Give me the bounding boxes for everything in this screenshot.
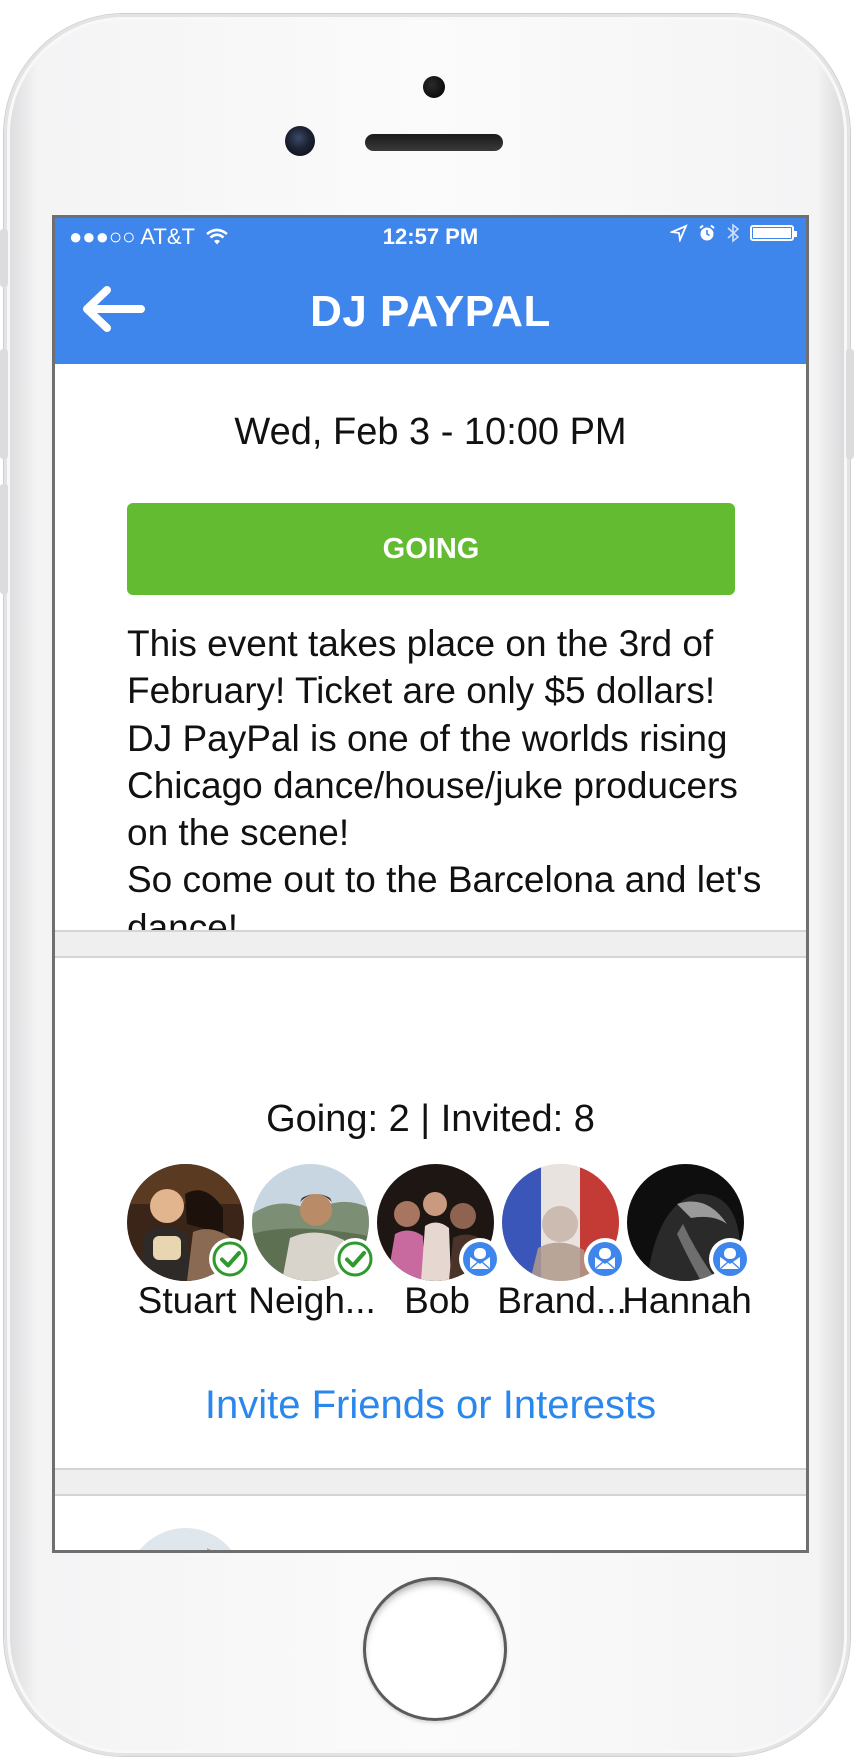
volume-down-button <box>0 484 8 594</box>
location-icon <box>670 224 688 242</box>
front-camera <box>285 126 315 156</box>
envelope-icon <box>588 1242 622 1276</box>
section-divider <box>55 930 806 958</box>
going-check-badge <box>334 1238 376 1280</box>
bluetooth-icon <box>727 223 740 243</box>
power-button <box>846 349 854 459</box>
battery-icon <box>750 225 797 241</box>
event-date-time: Wed, Feb 3 - 10:00 PM <box>234 411 627 453</box>
section-divider <box>55 1468 806 1496</box>
attendee-item[interactable]: Bob <box>377 1164 501 1334</box>
status-bar: ●●●○○ AT&T 12:57 PM <box>55 218 806 256</box>
home-button[interactable] <box>363 1577 507 1721</box>
check-icon <box>337 1241 373 1277</box>
going-button[interactable]: GOING <box>127 503 735 595</box>
navigation-bar: DJ PAYPAL <box>55 256 806 364</box>
status-icons <box>670 223 797 243</box>
attendee-item[interactable]: Stuart <box>127 1164 251 1334</box>
description-paragraph: This event takes place on the 3rd of Feb… <box>127 623 716 712</box>
attendance-summary: Going: 2 | Invited: 8 <box>266 1098 595 1140</box>
event-description: This event takes place on the 3rd of Feb… <box>127 620 767 951</box>
attendee-item[interactable]: Hannah <box>622 1164 752 1334</box>
invite-friends-link[interactable]: Invite Friends or Interests <box>55 1383 806 1428</box>
description-paragraph: DJ PayPal is one of the worlds rising Ch… <box>127 717 738 854</box>
envelope-icon <box>713 1242 747 1276</box>
page-title: DJ PAYPAL <box>310 287 551 336</box>
earpiece-speaker <box>365 134 503 151</box>
invited-badge <box>709 1238 751 1280</box>
invited-badge <box>459 1238 501 1280</box>
going-button-label: GOING <box>382 532 480 565</box>
invited-badge <box>584 1238 626 1280</box>
volume-up-button <box>0 349 8 459</box>
app-screen: ●●●○○ AT&T 12:57 PM DJ PAYPAL Wed, Feb 3… <box>52 215 809 1553</box>
alarm-icon <box>699 224 715 241</box>
mute-switch <box>0 229 8 287</box>
avatar <box>127 1528 244 1550</box>
attendee-item[interactable]: Neigh... <box>248 1164 376 1334</box>
going-check-badge <box>209 1238 251 1280</box>
proximity-sensor <box>423 76 445 98</box>
envelope-icon <box>463 1242 497 1276</box>
attendee-item[interactable]: Brand... <box>497 1164 627 1334</box>
attendee-name: Hannah <box>622 1280 752 1321</box>
attendee-list: Stuart Neigh... Bob Brand... Hannah <box>127 1164 806 1334</box>
check-icon <box>212 1241 248 1277</box>
